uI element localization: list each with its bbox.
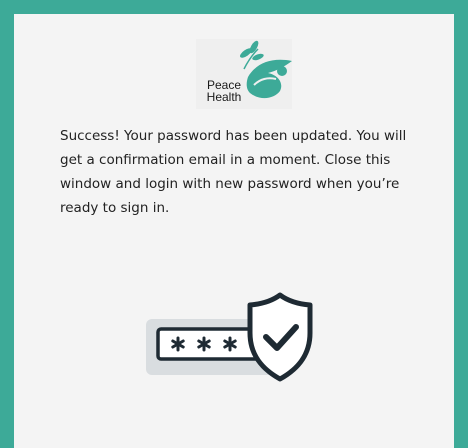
success-message: Success! Your password has been updated.… — [60, 128, 407, 216]
logo-text: Peace Health — [204, 79, 244, 103]
modal-frame: Peace Health Success! Your password has … — [0, 0, 468, 448]
logo-line-2: Health — [206, 90, 242, 104]
peacehealth-logo: Peace Health — [196, 39, 292, 109]
password-shield-check-icon — [142, 289, 322, 394]
success-card: Peace Health Success! Your password has … — [14, 14, 454, 448]
